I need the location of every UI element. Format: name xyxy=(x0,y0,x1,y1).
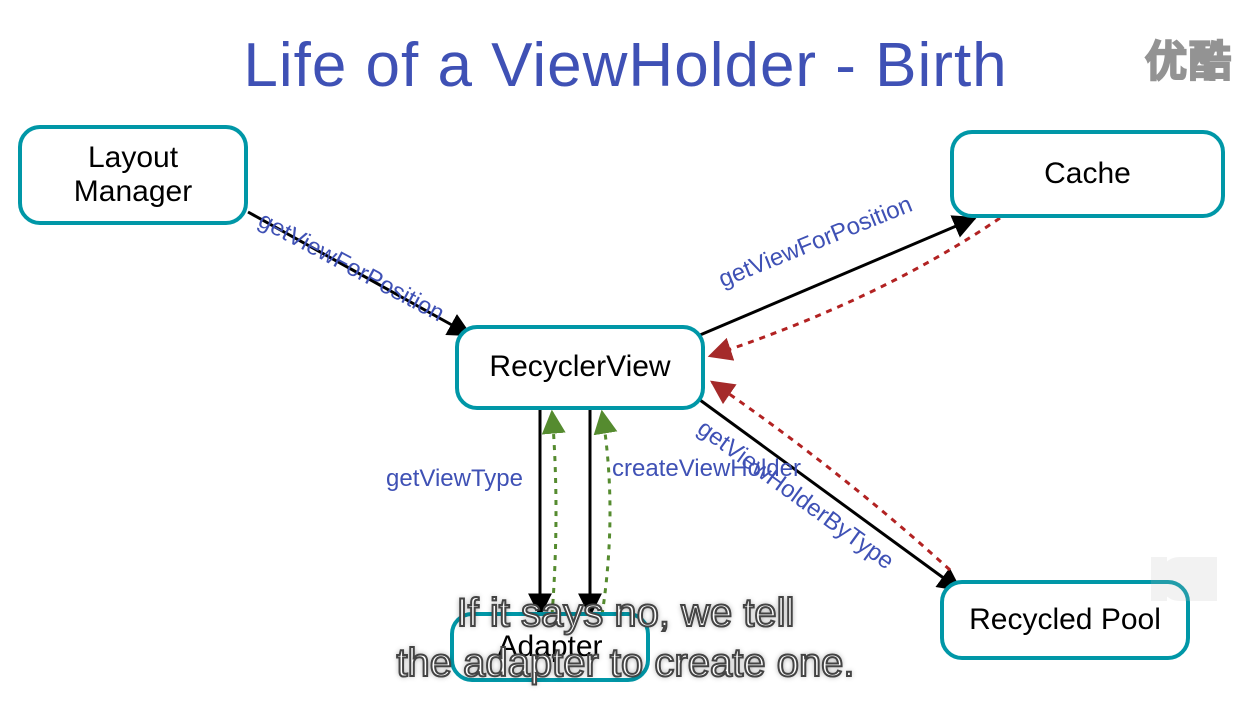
node-label: Cache xyxy=(1044,157,1131,192)
youku-watermark: 优酷 xyxy=(1145,28,1233,89)
edge-label-getviewtype: getViewType xyxy=(386,465,523,493)
node-layout-manager: Layout Manager xyxy=(18,125,248,225)
edge-label-lm-rv: getViewForPosition xyxy=(253,207,448,329)
node-recyclerview: RecyclerView xyxy=(455,325,705,410)
node-cache: Cache xyxy=(950,130,1225,218)
node-label: Layout Manager xyxy=(74,141,192,210)
node-label: RecyclerView xyxy=(489,350,670,385)
edge-label-rv-pool: getViewHolderByType xyxy=(692,415,899,576)
diagram-title: Life of a ViewHolder - Birth xyxy=(0,30,1251,101)
edge-label-rv-cache: getViewForPosition xyxy=(715,191,917,294)
video-subtitle: If it says no, we tell the adapter to cr… xyxy=(0,588,1251,688)
